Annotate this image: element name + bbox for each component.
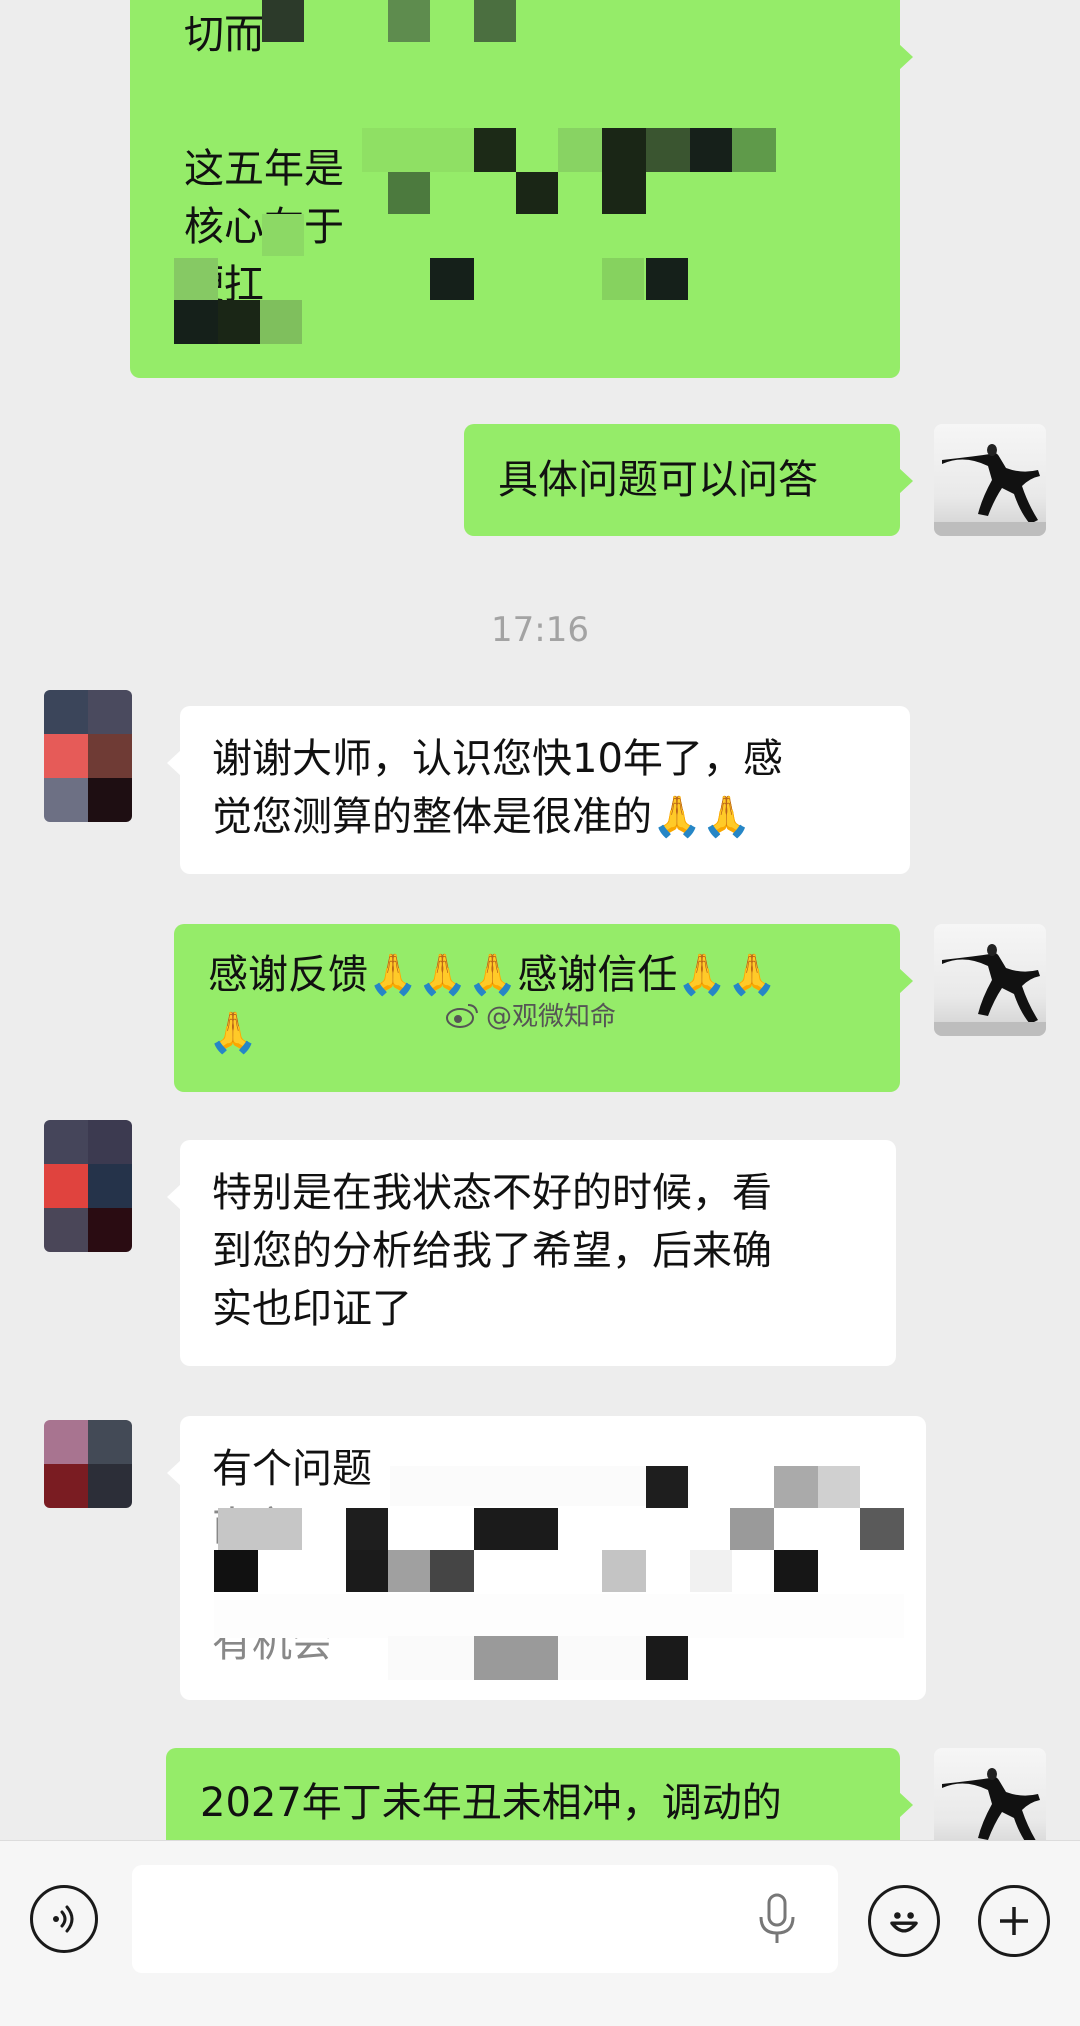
plus-button[interactable] <box>978 1885 1050 1957</box>
message-text: 特别是在我状态不好的时候，看 <box>212 1170 772 1216</box>
message-text-with-emoji: 觉您测算的整体是很准的🙏🙏 <box>212 788 878 846</box>
message-text: 实也印证了 <box>212 1286 412 1332</box>
self-avatar[interactable] <box>934 924 1046 1036</box>
voice-button[interactable] <box>30 1885 98 1953</box>
watermark: @观微知命 <box>446 996 616 1033</box>
message-text: 谢谢大师，认识您快10年了，感 <box>212 736 783 782</box>
contact-avatar[interactable] <box>44 1120 132 1252</box>
message-bubble-self[interactable]: 具体问题可以问答 <box>464 424 913 536</box>
dancer-avatar-image <box>934 944 1046 1036</box>
emoji-button[interactable] <box>868 1885 940 1957</box>
message-text: 到您的分析给我了希望，后来确 <box>212 1228 772 1274</box>
message-bubble-other[interactable]: 谢谢大师，认识您快10年了，感 觉您测算的整体是很准的🙏🙏 <box>167 706 910 874</box>
pray-emoji-icon: 🙏🙏🙏 <box>368 952 518 998</box>
dancer-avatar-image <box>934 444 1046 536</box>
message-input[interactable] <box>132 1865 838 1973</box>
message-bubble-other[interactable]: 特别是在我状态不好的时候，看 到您的分析给我了希望，后来确 实也印证了 <box>167 1140 896 1366</box>
watermark-text: @观微知命 <box>486 1002 617 1032</box>
smiley-icon <box>890 1912 918 1933</box>
message-bubble-self[interactable]: 2027年丁未年丑未相冲，调动的 <box>166 1748 913 1840</box>
message-text: 2027年丁未年丑未相冲，调动的 <box>200 1780 782 1826</box>
pray-emoji-icon: 🙏🙏 <box>677 952 778 998</box>
chat-area[interactable]: 切而 这五年是 核心在于 硬扛 具体问题可以问答 <box>0 0 1080 1840</box>
self-avatar[interactable] <box>934 1748 1046 1840</box>
message-text: 感谢信任 <box>517 952 678 998</box>
voice-icon <box>53 1905 74 1933</box>
message-text: 感谢反馈 <box>208 952 368 998</box>
pray-emoji-icon: 🙏🙏 <box>652 794 752 840</box>
plus-icon <box>1000 1907 1028 1935</box>
input-bar <box>0 1840 1080 2026</box>
contact-avatar[interactable] <box>44 1420 132 1508</box>
microphone-icon[interactable] <box>752 1891 802 1947</box>
timestamp: 17:16 <box>491 610 589 650</box>
message-text: 具体问题可以问答 <box>498 457 818 503</box>
dancer-avatar-image <box>942 1768 1040 1840</box>
self-avatar[interactable] <box>934 424 1046 536</box>
contact-avatar[interactable] <box>44 690 132 822</box>
message-text: 觉您测算的整体是很准的 <box>212 794 652 840</box>
weibo-icon <box>446 1003 478 1028</box>
